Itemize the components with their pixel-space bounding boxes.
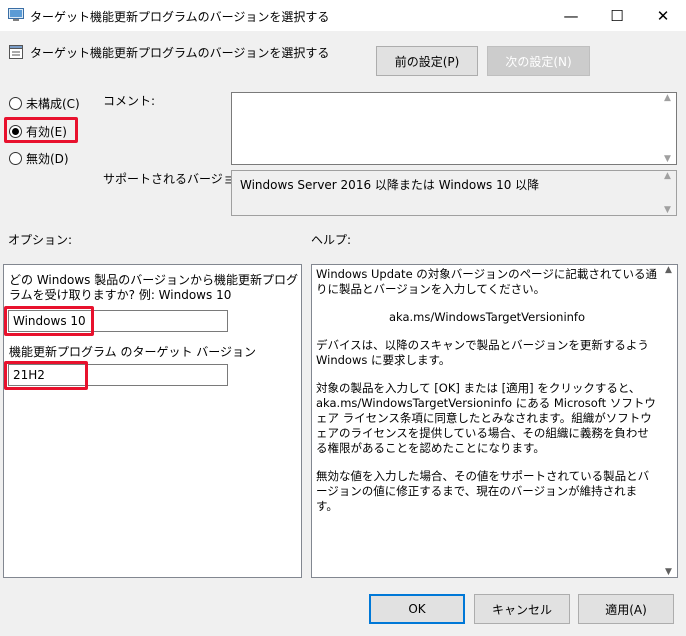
window-title: ターゲット機能更新プログラムのバージョンを選択する: [30, 10, 330, 24]
radio-circle: [9, 97, 22, 110]
scroll-down-icon: ▼: [664, 205, 671, 215]
supported-label: サポートされるバージョン:: [103, 172, 251, 186]
help-scrollbar[interactable]: ▲ ▼: [660, 265, 677, 577]
radio-circle-selected: [9, 125, 22, 138]
target-version-label: 機能更新プログラム のターゲット バージョン: [9, 345, 257, 359]
maximize-icon: ☐: [610, 6, 624, 25]
highlight-box: [4, 361, 88, 390]
help-paragraph: 無効な値を入力した場合、その値をサポートされている製品とバージョンの値に修正する…: [316, 469, 650, 513]
help-paragraph: Windows Update の対象バージョンのページに記載されている通りに製品…: [316, 267, 657, 296]
disabled-radio[interactable]: 無効(D): [9, 150, 69, 167]
setting-title: ターゲット機能更新プログラムのバージョンを選択する: [30, 46, 330, 60]
apply-button[interactable]: 適用(A): [578, 594, 674, 624]
product-label: どの Windows 製品のバージョンから機能更新プログラムを受け取りますか? …: [9, 273, 298, 302]
supported-value: Windows Server 2016 以降または Windows 10 以降: [240, 178, 540, 192]
radio-circle: [9, 152, 22, 165]
not-configured-radio[interactable]: 未構成(C): [9, 95, 80, 112]
enabled-radio[interactable]: 有効(E): [9, 123, 67, 140]
not-configured-label: 未構成(C): [26, 97, 80, 111]
minimize-button[interactable]: —: [548, 0, 594, 31]
close-button[interactable]: ✕: [640, 0, 686, 31]
comment-textarea[interactable]: ▲ ▼: [231, 92, 677, 165]
help-paragraph: 対象の製品を入力して [OK] または [適用] をクリックすると、aka.ms…: [316, 381, 656, 455]
policy-icon: [8, 8, 24, 21]
close-icon: ✕: [656, 6, 670, 25]
scroll-up-icon: ▲: [664, 93, 671, 103]
next-setting-button[interactable]: 次の設定(N): [487, 46, 590, 76]
scroll-down-icon: ▼: [664, 154, 671, 164]
scroll-up-icon: ▲: [665, 265, 672, 275]
highlight-box: [4, 306, 94, 336]
help-label: ヘルプ:: [311, 233, 352, 247]
disabled-label: 無効(D): [26, 152, 69, 166]
cancel-button[interactable]: キャンセル: [474, 594, 570, 624]
supported-scrollbar[interactable]: ▲ ▼: [659, 171, 676, 215]
comment-scrollbar[interactable]: ▲ ▼: [659, 93, 676, 164]
help-text: Windows Update の対象バージョンのページに記載されている通りに製品…: [316, 267, 658, 527]
comment-label: コメント:: [103, 94, 156, 108]
setting-icon: [9, 45, 23, 59]
enabled-label: 有効(E): [26, 125, 67, 139]
maximize-button[interactable]: ☐: [594, 0, 640, 31]
supported-textarea[interactable]: Windows Server 2016 以降または Windows 10 以降 …: [231, 170, 677, 216]
scroll-up-icon: ▲: [664, 171, 671, 181]
previous-setting-button[interactable]: 前の設定(P): [376, 46, 478, 76]
minimize-icon: —: [563, 6, 579, 25]
ok-button[interactable]: OK: [369, 594, 465, 624]
options-label: オプション:: [8, 233, 73, 247]
scroll-down-icon: ▼: [665, 567, 672, 577]
help-link-text: aka.ms/WindowsTargetVersioninfo: [388, 310, 586, 324]
help-paragraph: デバイスは、以降のスキャンで製品とバージョンを更新するよう Windows に要…: [316, 338, 649, 367]
